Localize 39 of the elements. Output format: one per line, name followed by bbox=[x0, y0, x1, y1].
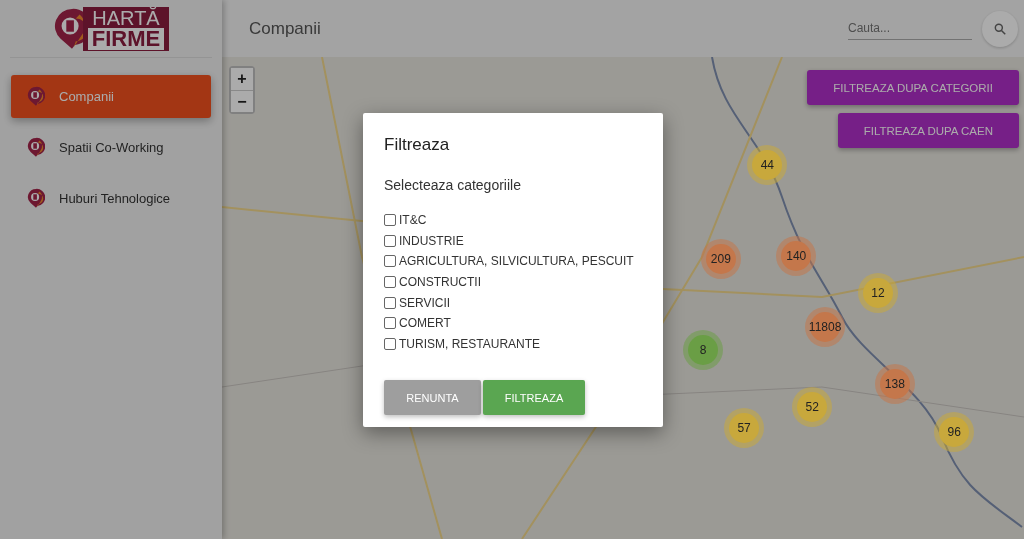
checkbox[interactable] bbox=[384, 234, 396, 247]
map-pin-logo-icon bbox=[27, 188, 45, 209]
cluster-marker[interactable]: 57 bbox=[729, 413, 760, 444]
cluster-marker[interactable]: 138 bbox=[879, 369, 910, 400]
cluster-marker[interactable]: 209 bbox=[705, 244, 736, 275]
checkbox-label: TURISM, RESTAURANTE bbox=[399, 336, 541, 351]
checkbox[interactable] bbox=[384, 214, 396, 227]
cluster-marker[interactable]: 44 bbox=[752, 149, 783, 180]
checkbox-label: COMERT bbox=[399, 316, 451, 331]
dialog-title: Filtreaza bbox=[384, 135, 451, 155]
checkbox[interactable] bbox=[384, 296, 396, 309]
cluster-marker[interactable]: 96 bbox=[939, 417, 970, 448]
map-pin-logo-icon bbox=[27, 86, 45, 107]
search-icon bbox=[993, 21, 1007, 36]
checkbox[interactable] bbox=[384, 317, 396, 330]
sidebar-item[interactable]: Huburi Tehnologice bbox=[11, 177, 211, 220]
filter-button[interactable]: FILTREAZA DUPA CATEGORII bbox=[807, 70, 1019, 105]
dialog-subtitle: Selecteaza categoriile bbox=[384, 177, 522, 193]
logo-text: FIRME bbox=[87, 27, 165, 50]
cluster-marker[interactable]: 11808 bbox=[810, 311, 841, 342]
page-title: Companii bbox=[249, 18, 322, 39]
checkbox[interactable] bbox=[384, 337, 396, 350]
cluster-marker[interactable]: 12 bbox=[863, 278, 894, 309]
search-field[interactable]: Cauta... bbox=[848, 17, 972, 40]
checkbox[interactable] bbox=[384, 255, 396, 268]
checkbox[interactable] bbox=[384, 276, 396, 289]
logo-text: HARTĂ bbox=[91, 7, 161, 28]
cluster-marker[interactable]: 140 bbox=[781, 240, 812, 271]
map-pin-logo-icon bbox=[27, 137, 45, 158]
zoom-out-button[interactable]: − bbox=[231, 90, 253, 112]
cluster-marker[interactable]: 52 bbox=[797, 392, 828, 423]
checkbox-label: CONSTRUCTII bbox=[399, 275, 481, 290]
checkbox-label: AGRICULTURA, SILVICULTURA, PESCUIT bbox=[399, 254, 634, 269]
checkbox-label: INDUSTRIE bbox=[399, 233, 464, 248]
checkbox-label: IT&C bbox=[399, 213, 427, 228]
filter-button[interactable]: FILTREAZA DUPA CAEN bbox=[837, 113, 1019, 148]
sidebar-item[interactable]: Spatii Co-Working bbox=[11, 126, 211, 169]
checkbox-label: SERVICII bbox=[399, 295, 451, 310]
cluster-marker[interactable]: 8 bbox=[688, 335, 719, 366]
